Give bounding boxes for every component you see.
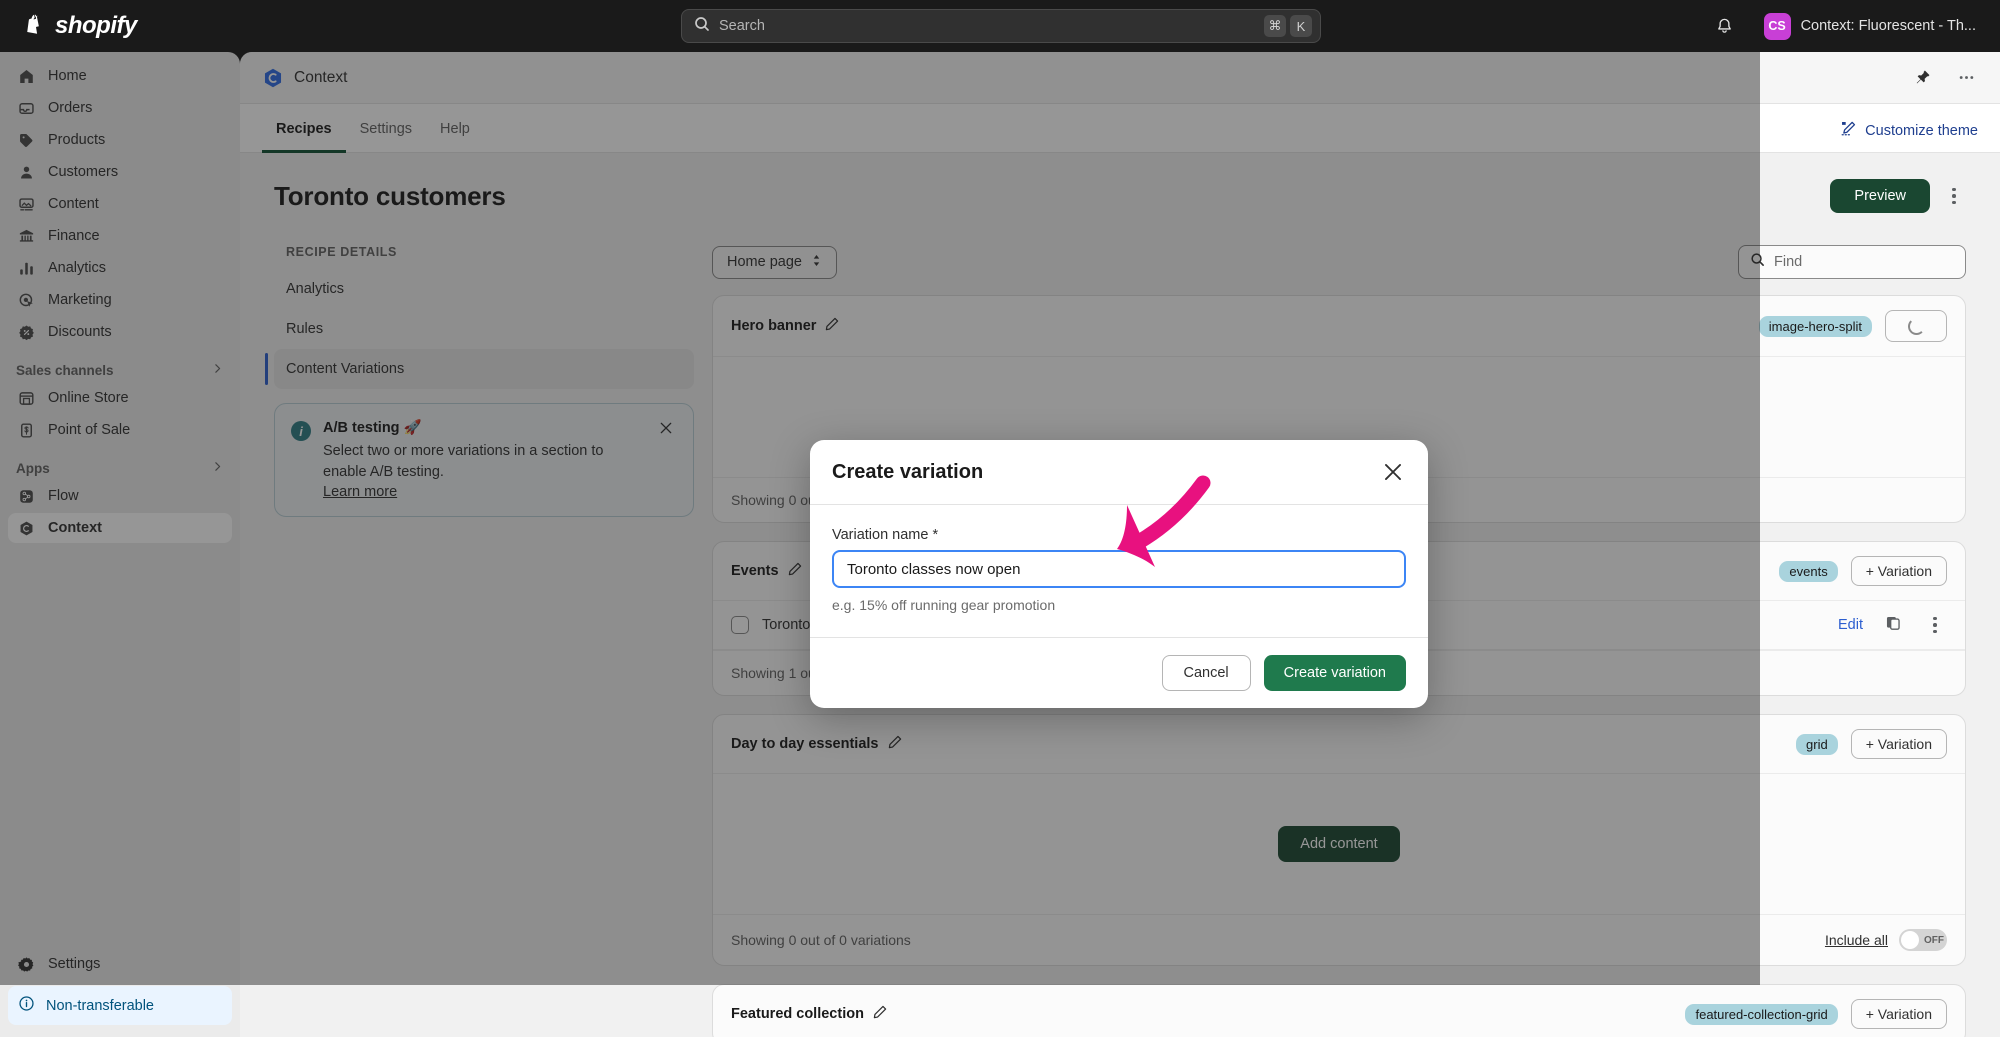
page-more-icon[interactable] — [1942, 187, 1966, 205]
customize-theme-link[interactable]: Customize theme — [1840, 120, 1978, 141]
toggle-knob — [1901, 931, 1919, 949]
search-input[interactable] — [719, 18, 1260, 34]
customize-theme-label: Customize theme — [1865, 122, 1978, 139]
global-topbar: shopify ⌘ K CS Context: Fluorescent - Th… — [0, 0, 2000, 52]
create-variation-modal: Create variation Variation name * e.g. 1… — [810, 440, 1428, 708]
toggle-state-label: OFF — [1924, 934, 1944, 946]
spinner-icon — [1907, 317, 1925, 335]
tabbar-right: Customize theme — [1840, 120, 1978, 152]
include-all-toggle[interactable]: OFF — [1899, 929, 1947, 951]
page-actions: Preview — [1830, 179, 1966, 213]
avatar: CS — [1763, 12, 1791, 40]
create-variation-button[interactable]: Create variation — [1263, 655, 1406, 691]
pencil-icon[interactable] — [873, 1005, 887, 1024]
variation-more-icon[interactable] — [1923, 616, 1947, 634]
section-tag: events — [1779, 560, 1838, 582]
find-input[interactable] — [1774, 254, 1961, 270]
section-header-actions: grid + Variation — [1796, 729, 1947, 759]
variation-name-input[interactable] — [832, 550, 1406, 588]
ellipsis-icon[interactable] — [1954, 66, 1978, 90]
cancel-button[interactable]: Cancel — [1161, 655, 1251, 691]
add-variation-button[interactable]: + Variation — [1850, 556, 1947, 586]
shopify-bag-icon — [22, 13, 46, 39]
non-transferable-banner[interactable]: Non-transferable — [8, 986, 232, 1025]
shopify-wordmark: shopify — [55, 12, 137, 39]
search-kbd-mod: ⌘ — [1264, 15, 1286, 37]
modal-body: Variation name * e.g. 15% off running ge… — [810, 505, 1428, 638]
section-footer-actions: Include all OFF — [1825, 929, 1947, 951]
paintbrush-icon — [1840, 120, 1857, 141]
section-tag: image-hero-split — [1758, 315, 1872, 337]
find-box[interactable] — [1738, 245, 1966, 279]
search-kbd-key: K — [1290, 15, 1312, 37]
topbar-right-group: CS Context: Fluorescent - Th... — [1708, 0, 1984, 52]
app-root: shopify ⌘ K CS Context: Fluorescent - Th… — [0, 0, 2000, 1037]
modal-title: Create variation — [832, 460, 984, 483]
section-loading-indicator — [1885, 310, 1947, 342]
duplicate-icon[interactable] — [1885, 615, 1901, 635]
pin-icon[interactable] — [1910, 66, 1934, 90]
section-tag: featured-collection-grid — [1685, 1003, 1838, 1025]
variation-name-help: e.g. 15% off running gear promotion — [832, 597, 1056, 613]
shopify-logo[interactable]: shopify — [22, 12, 137, 40]
section-title: Featured collection — [731, 1006, 864, 1022]
user-store-name: Context: Fluorescent - Th... — [1800, 18, 1976, 34]
non-transferable-label: Non-transferable — [46, 997, 154, 1014]
search-icon — [694, 16, 710, 37]
section-header-actions: image-hero-split — [1758, 310, 1947, 342]
info-icon — [18, 995, 35, 1016]
close-icon[interactable] — [1380, 459, 1406, 485]
section-card-featured-collection: Featured collection featured-collection-… — [712, 984, 1966, 1037]
section-header: Featured collection featured-collection-… — [713, 985, 1965, 1037]
section-header-actions: featured-collection-grid + Variation — [1685, 999, 1947, 1029]
modal-header: Create variation — [810, 440, 1428, 505]
bell-icon[interactable] — [1708, 9, 1742, 43]
section-tag: grid — [1796, 733, 1838, 755]
include-all-link[interactable]: Include all — [1825, 932, 1888, 948]
app-header-actions — [1910, 66, 1978, 90]
modal-footer: Cancel Create variation — [810, 638, 1428, 708]
edit-link[interactable]: Edit — [1838, 617, 1863, 633]
variation-row-actions: Edit — [1838, 615, 1947, 635]
user-menu[interactable]: CS Context: Fluorescent - Th... — [1756, 9, 1984, 44]
add-variation-button[interactable]: + Variation — [1850, 999, 1947, 1029]
add-variation-button[interactable]: + Variation — [1850, 729, 1947, 759]
variation-name-label: Variation name * — [832, 527, 939, 543]
preview-button[interactable]: Preview — [1830, 179, 1930, 213]
section-header-actions: events + Variation — [1779, 556, 1947, 586]
global-search[interactable]: ⌘ K — [681, 9, 1321, 43]
